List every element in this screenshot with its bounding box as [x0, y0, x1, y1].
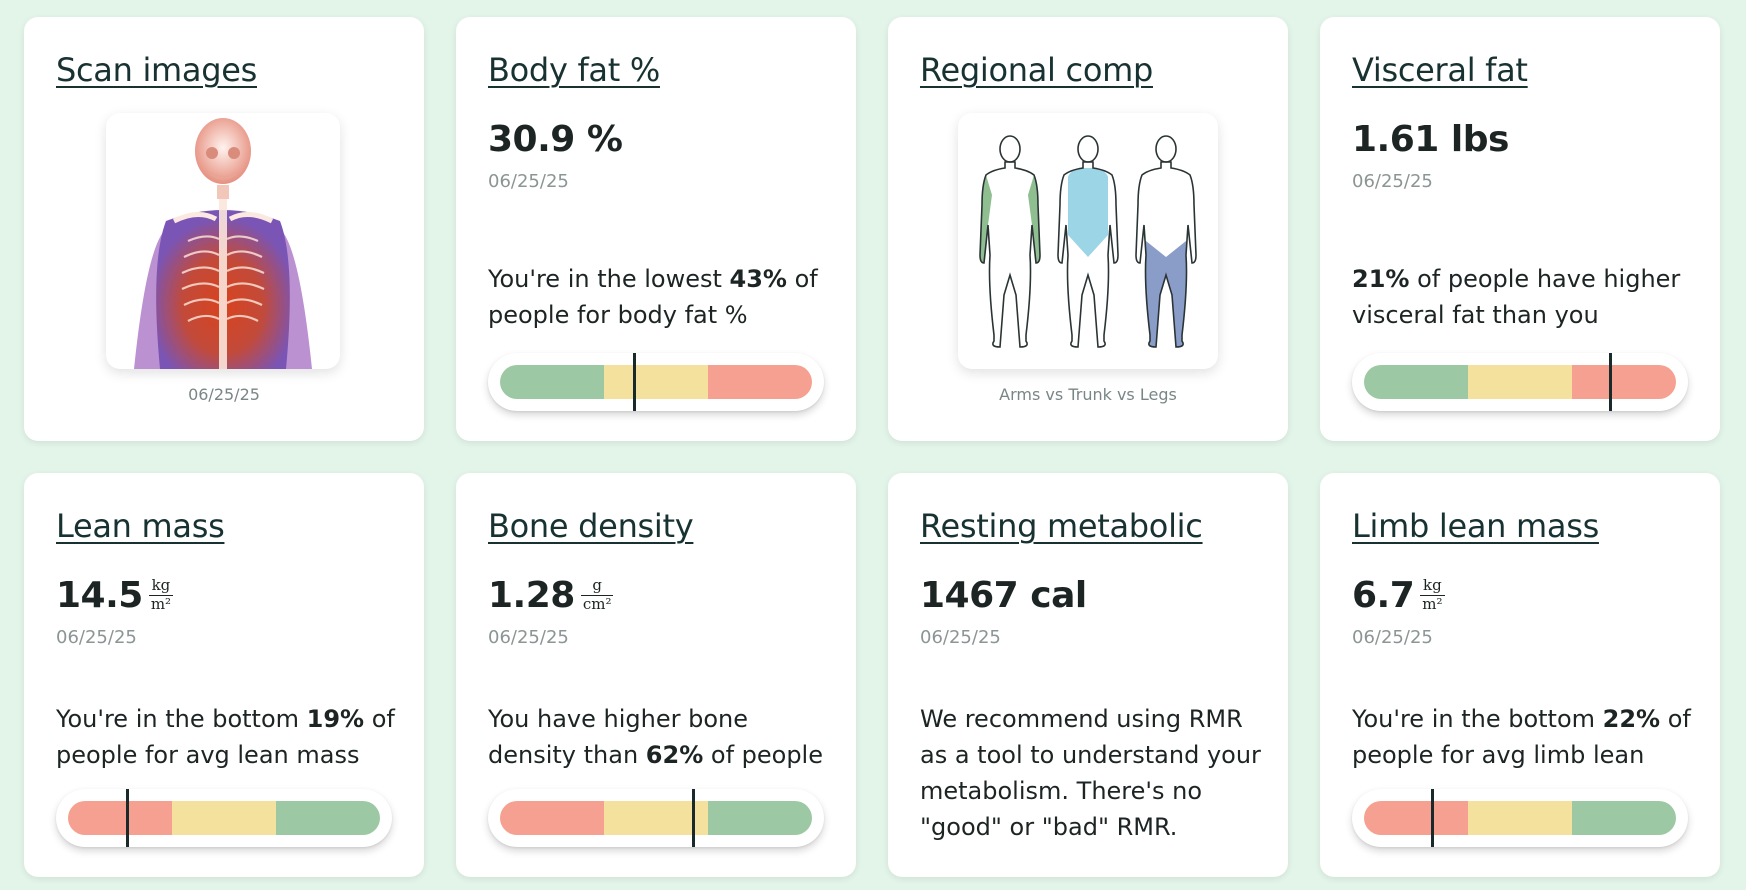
- bone-density-description: You have higher bone density than 62% of…: [488, 705, 823, 769]
- gauge-marker: [1431, 789, 1435, 847]
- gauge-segment-good: [1572, 801, 1676, 835]
- body-fat-title[interactable]: Body fat %: [488, 51, 660, 89]
- body-fat-card[interactable]: Body fat % 30.9 % 06/25/25 You're in the…: [456, 17, 856, 441]
- bone-density-value: 1.28 g cm²: [488, 575, 614, 616]
- lean-mass-card[interactable]: Lean mass 14.5 kg m² 06/25/25 You're in t…: [24, 473, 424, 877]
- bone-density-card[interactable]: Bone density 1.28 g cm² 06/25/25 You have…: [456, 473, 856, 877]
- body-fat-value: 30.9 %: [488, 119, 623, 160]
- gauge-bar: [1364, 365, 1676, 399]
- lean-mass-title[interactable]: Lean mass: [56, 507, 225, 545]
- resting-metabolic-value: 1467 cal: [920, 575, 1087, 616]
- resting-metabolic-title[interactable]: Resting metabolic: [920, 507, 1203, 545]
- limb-lean-mass-description: You're in the bottom 22% of people for a…: [1352, 705, 1691, 769]
- gauge-segment-medium: [1468, 365, 1572, 399]
- gauge-segment-good: [708, 801, 812, 835]
- scan-date: 06/25/25: [188, 385, 260, 404]
- gauge-marker: [1608, 353, 1612, 411]
- lean-mass-unit: kg m²: [148, 576, 174, 613]
- limb-lean-mass-value: 6.7 kg m²: [1352, 575, 1445, 616]
- lean-mass-date: 06/25/25: [56, 627, 137, 648]
- visceral-fat-value: 1.61 lbs: [1352, 119, 1509, 160]
- resting-metabolic-description: We recommend using RMR as a tool to unde…: [920, 705, 1261, 841]
- bone-density-title[interactable]: Bone density: [488, 507, 694, 545]
- scan-images-title[interactable]: Scan images: [56, 51, 257, 89]
- resting-metabolic-card[interactable]: Resting metabolic 1467 cal 06/25/25 We r…: [888, 473, 1288, 877]
- gauge-marker: [632, 353, 636, 411]
- gauge-bar: [500, 365, 812, 399]
- gauge-segment-medium: [172, 801, 276, 835]
- limb-lean-mass-date: 06/25/25: [1352, 627, 1433, 648]
- regional-comp-caption: Arms vs Trunk vs Legs: [999, 385, 1177, 404]
- gauge-bar: [68, 801, 380, 835]
- skeleton-scan-image: [134, 118, 312, 369]
- lean-mass-value: 14.5 kg m²: [56, 575, 174, 616]
- regional-comp-title[interactable]: Regional comp: [920, 51, 1153, 89]
- gauge-segment-good: [276, 801, 380, 835]
- gauge-segment-bad: [1364, 801, 1468, 835]
- limb-lean-mass-card[interactable]: Limb lean mass 6.7 kg m² 06/25/25 You're …: [1320, 473, 1720, 877]
- gauge-marker: [125, 789, 129, 847]
- visceral-fat-description: 21% of people have higher visceral fat t…: [1352, 265, 1681, 329]
- gauge-bar: [500, 801, 812, 835]
- gauge-segment-medium: [1468, 801, 1572, 835]
- body-silhouettes-image: [979, 135, 1197, 348]
- visceral-fat-date: 06/25/25: [1352, 171, 1433, 192]
- gauge-bar: [1364, 801, 1676, 835]
- limb-lean-mass-gauge: [1352, 789, 1688, 847]
- gauge-segment-bad: [500, 801, 604, 835]
- bone-density-unit: g cm²: [580, 576, 614, 613]
- visceral-fat-title[interactable]: Visceral fat: [1352, 51, 1528, 89]
- visceral-fat-card[interactable]: Visceral fat 1.61 lbs 06/25/25 21% of pe…: [1320, 17, 1720, 441]
- visceral-fat-gauge: [1352, 353, 1688, 411]
- gauge-marker: [691, 789, 695, 847]
- body-fat-description: You're in the lowest 43% of people for b…: [488, 265, 818, 329]
- limb-lean-mass-unit: kg m²: [1420, 576, 1445, 613]
- gauge-segment-good: [1364, 365, 1468, 399]
- regional-comp-figure[interactable]: [958, 113, 1218, 369]
- bone-density-gauge: [488, 789, 824, 847]
- lean-mass-description: You're in the bottom 19% of people for a…: [56, 705, 395, 769]
- body-fat-gauge: [488, 353, 824, 411]
- scan-image-thumbnail[interactable]: [106, 113, 340, 369]
- limb-lean-mass-title[interactable]: Limb lean mass: [1352, 507, 1599, 545]
- gauge-segment-medium: [604, 365, 708, 399]
- gauge-segment-bad: [1572, 365, 1676, 399]
- lean-mass-gauge: [56, 789, 392, 847]
- body-fat-date: 06/25/25: [488, 171, 569, 192]
- gauge-segment-good: [500, 365, 604, 399]
- bone-density-date: 06/25/25: [488, 627, 569, 648]
- regional-comp-card[interactable]: Regional comp Arms vs Trunk vs Legs: [888, 17, 1288, 441]
- gauge-segment-bad: [68, 801, 172, 835]
- resting-metabolic-date: 06/25/25: [920, 627, 1001, 648]
- gauge-segment-bad: [708, 365, 812, 399]
- scan-images-card[interactable]: Scan images 06/25/25: [24, 17, 424, 441]
